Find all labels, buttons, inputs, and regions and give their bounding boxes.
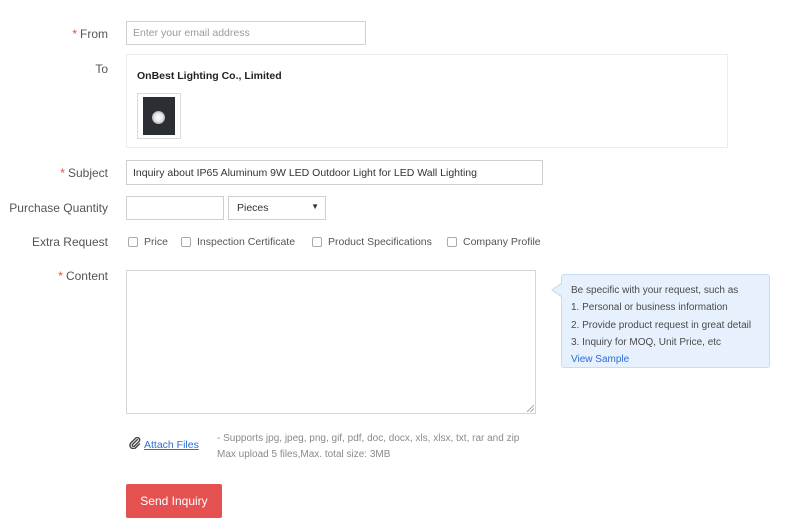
tooltip-item: 2. Provide product request in great deta… bbox=[571, 319, 752, 331]
upload-limit-text: Max upload 5 files,Max. total size: 3MB bbox=[217, 449, 391, 460]
to-label: To bbox=[95, 62, 108, 76]
tooltip-arrow-inner bbox=[553, 284, 562, 296]
checkbox-icon[interactable] bbox=[128, 237, 138, 247]
purchase-quantity-label: Purchase Quantity bbox=[9, 201, 108, 215]
quantity-unit-value: Pieces bbox=[237, 202, 269, 214]
product-thumbnail[interactable] bbox=[137, 93, 181, 139]
recipient-company-name: OnBest Lighting Co., Limited bbox=[137, 70, 282, 82]
content-textarea[interactable] bbox=[126, 270, 536, 414]
attach-files-link[interactable]: Attach Files bbox=[144, 439, 199, 451]
content-tips-tooltip: Be specific with your request, such as 1… bbox=[561, 274, 770, 368]
subject-input[interactable] bbox=[126, 160, 543, 185]
checkbox-inspection-certificate[interactable]: Inspection Certificate bbox=[181, 236, 295, 248]
attach-files[interactable]: Attach Files bbox=[129, 436, 199, 452]
paperclip-icon bbox=[129, 436, 141, 452]
view-sample-link[interactable]: View Sample bbox=[571, 351, 760, 368]
checkbox-company-profile[interactable]: Company Profile bbox=[447, 236, 541, 248]
subject-label: * Subject bbox=[60, 166, 108, 180]
tooltip-item: 3. Inquiry for MOQ, Unit Price, etc bbox=[571, 336, 722, 348]
tooltip-item: 1. Personal or business information bbox=[571, 302, 728, 314]
required-mark: * bbox=[72, 27, 77, 41]
attach-requirements: - Supports jpg, jpeg, png, gif, pdf, doc… bbox=[217, 431, 519, 463]
checkbox-icon[interactable] bbox=[181, 237, 191, 247]
quantity-unit-select[interactable]: Pieces ▼ bbox=[228, 196, 326, 220]
checkbox-icon[interactable] bbox=[447, 237, 457, 247]
product-image bbox=[143, 97, 175, 135]
supported-formats-text: - Supports jpg, jpeg, png, gif, pdf, doc… bbox=[217, 433, 520, 444]
chevron-down-icon: ▼ bbox=[311, 202, 319, 211]
content-label: * Content bbox=[58, 269, 108, 283]
tooltip-intro: Be specific with your request, such as bbox=[571, 285, 739, 296]
product-light-graphic bbox=[152, 111, 165, 124]
checkbox-product-specifications[interactable]: Product Specifications bbox=[312, 236, 432, 248]
checkbox-price[interactable]: Price bbox=[128, 236, 168, 248]
resize-grip-icon[interactable] bbox=[527, 405, 534, 412]
recipient-box: OnBest Lighting Co., Limited bbox=[126, 54, 728, 148]
extra-request-label: Extra Request bbox=[31, 235, 108, 249]
checkbox-icon[interactable] bbox=[312, 237, 322, 247]
from-label: * From bbox=[72, 27, 108, 41]
send-inquiry-button[interactable]: Send Inquiry bbox=[126, 484, 222, 518]
quantity-input[interactable] bbox=[126, 196, 224, 220]
from-email-input[interactable] bbox=[126, 21, 366, 45]
